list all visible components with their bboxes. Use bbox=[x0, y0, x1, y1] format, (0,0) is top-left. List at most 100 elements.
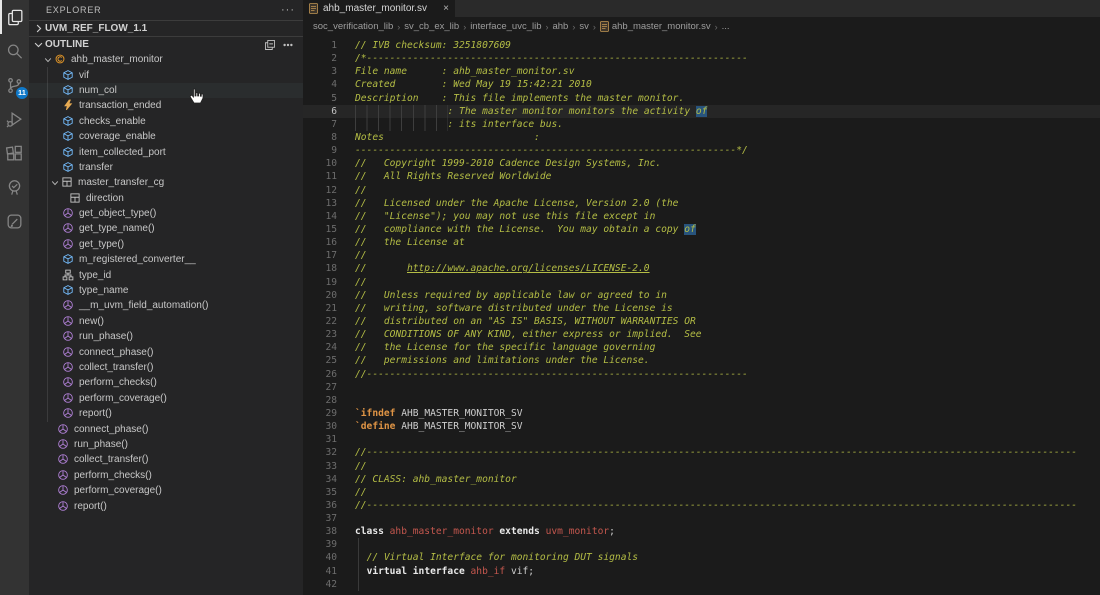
code-area[interactable]: 1// IVB checksum: 32518076092/*---------… bbox=[303, 36, 1100, 595]
section-outline[interactable]: OUTLINE bbox=[29, 36, 303, 52]
breadcrumb-item[interactable]: ahb_master_monitor.sv bbox=[600, 21, 711, 32]
line-number[interactable]: 13 bbox=[303, 197, 337, 210]
outline-item-vif[interactable]: vif bbox=[29, 67, 303, 82]
code-line-8[interactable]: 8Notes : bbox=[303, 131, 1100, 144]
code-line-1[interactable]: 1// IVB checksum: 3251807609 bbox=[303, 39, 1100, 52]
outline-item-get-type-name[interactable]: get_type_name() bbox=[29, 221, 303, 236]
breadcrumb-item[interactable]: ahb bbox=[552, 21, 568, 32]
line-number[interactable]: 8 bbox=[303, 131, 337, 144]
outline-item-get-type[interactable]: get_type() bbox=[29, 237, 303, 252]
line-number[interactable]: 36 bbox=[303, 499, 337, 512]
outline-item-collect-transfer[interactable]: collect_transfer() bbox=[29, 452, 303, 467]
line-number[interactable]: 19 bbox=[303, 276, 337, 289]
line-number[interactable]: 4 bbox=[303, 78, 337, 91]
code-line-13[interactable]: 13// Licensed under the Apache License, … bbox=[303, 197, 1100, 210]
code-line-31[interactable]: 31 bbox=[303, 433, 1100, 446]
code-line-39[interactable]: 39 bbox=[303, 538, 1100, 551]
line-number[interactable]: 15 bbox=[303, 223, 337, 236]
code-line-11[interactable]: 11// All Rights Reserved Worldwide bbox=[303, 170, 1100, 183]
code-line-15[interactable]: 15// compliance with the License. You ma… bbox=[303, 223, 1100, 236]
outline-item-perform-coverage[interactable]: perform_coverage() bbox=[29, 391, 303, 406]
code-line-16[interactable]: 16// the License at bbox=[303, 236, 1100, 249]
code-line-26[interactable]: 26//------------------------------------… bbox=[303, 368, 1100, 381]
line-number[interactable]: 23 bbox=[303, 328, 337, 341]
line-number[interactable]: 1 bbox=[303, 39, 337, 52]
code-line-41[interactable]: 41 virtual interface ahb_if vif; bbox=[303, 565, 1100, 578]
outline-item-type-id[interactable]: type_id bbox=[29, 267, 303, 282]
outline-item-report[interactable]: report() bbox=[29, 406, 303, 421]
outline-item-collect-transfer[interactable]: collect_transfer() bbox=[29, 360, 303, 375]
line-number[interactable]: 38 bbox=[303, 525, 337, 538]
line-number[interactable]: 40 bbox=[303, 551, 337, 564]
section-uvm-ref-flow[interactable]: UVM_REF_FLOW_1.1 bbox=[29, 20, 303, 36]
outline-item-perform-coverage[interactable]: perform_coverage() bbox=[29, 483, 303, 498]
line-number[interactable]: 5 bbox=[303, 92, 337, 105]
line-number[interactable]: 10 bbox=[303, 157, 337, 170]
line-number[interactable]: 27 bbox=[303, 381, 337, 394]
line-number[interactable]: 11 bbox=[303, 170, 337, 183]
line-number[interactable]: 12 bbox=[303, 184, 337, 197]
code-line-17[interactable]: 17// bbox=[303, 249, 1100, 262]
code-line-10[interactable]: 10// Copyright 1999-2010 Cadence Design … bbox=[303, 157, 1100, 170]
line-number[interactable]: 21 bbox=[303, 302, 337, 315]
line-number[interactable]: 7 bbox=[303, 118, 337, 131]
breadcrumb-item[interactable]: soc_verification_lib bbox=[313, 21, 393, 32]
outline-item-ahb-master-monitor[interactable]: ahb_master_monitor bbox=[29, 52, 303, 67]
tab-ahb-master-monitor[interactable]: ahb_master_monitor.sv × bbox=[303, 0, 455, 17]
code-line-2[interactable]: 2/*-------------------------------------… bbox=[303, 52, 1100, 65]
line-number[interactable]: 16 bbox=[303, 236, 337, 249]
line-number[interactable]: 28 bbox=[303, 394, 337, 407]
code-line-25[interactable]: 25// permissions and limitations under t… bbox=[303, 354, 1100, 367]
outline-item-report[interactable]: report() bbox=[29, 498, 303, 513]
activitybar-item-explorer[interactable] bbox=[0, 0, 29, 34]
line-number[interactable]: 17 bbox=[303, 249, 337, 262]
activitybar-item-extensions[interactable] bbox=[0, 136, 29, 170]
outline-item-transaction-ended[interactable]: transaction_ended bbox=[29, 98, 303, 113]
line-number[interactable]: 26 bbox=[303, 368, 337, 381]
code-line-23[interactable]: 23// CONDITIONS OF ANY KIND, either expr… bbox=[303, 328, 1100, 341]
license-link[interactable]: http://www.apache.org/licenses/LICENSE-2… bbox=[407, 263, 650, 274]
line-number[interactable]: 6 bbox=[303, 105, 337, 118]
activitybar-item-testing[interactable] bbox=[0, 170, 29, 204]
code-line-7[interactable]: 7: its interface bus. bbox=[303, 118, 1100, 131]
code-line-9[interactable]: 9---------------------------------------… bbox=[303, 144, 1100, 157]
outline-item--m-uvm-field-automation[interactable]: __m_uvm_field_automation() bbox=[29, 298, 303, 313]
code-line-5[interactable]: 5Description : This file implements the … bbox=[303, 92, 1100, 105]
breadcrumb-item[interactable]: ... bbox=[722, 21, 730, 32]
outline-item-new[interactable]: new() bbox=[29, 314, 303, 329]
code-line-35[interactable]: 35// bbox=[303, 486, 1100, 499]
line-number[interactable]: 30 bbox=[303, 420, 337, 433]
line-number[interactable]: 39 bbox=[303, 538, 337, 551]
line-number[interactable]: 2 bbox=[303, 52, 337, 65]
code-line-12[interactable]: 12// bbox=[303, 184, 1100, 197]
code-line-33[interactable]: 33// bbox=[303, 460, 1100, 473]
line-number[interactable]: 22 bbox=[303, 315, 337, 328]
code-line-27[interactable]: 27 bbox=[303, 381, 1100, 394]
activitybar-item-run-debug[interactable] bbox=[0, 102, 29, 136]
activitybar-item-source-control[interactable]: 11 bbox=[0, 68, 29, 102]
code-line-6[interactable]: 6: The master monitor monitors the activ… bbox=[303, 105, 1100, 118]
line-number[interactable]: 31 bbox=[303, 433, 337, 446]
line-number[interactable]: 25 bbox=[303, 354, 337, 367]
code-line-34[interactable]: 34// CLASS: ahb_master_monitor bbox=[303, 473, 1100, 486]
code-line-19[interactable]: 19// bbox=[303, 276, 1100, 289]
code-line-18[interactable]: 18// http://www.apache.org/licenses/LICE… bbox=[303, 262, 1100, 275]
outline-item-coverage-enable[interactable]: coverage_enable bbox=[29, 129, 303, 144]
line-number[interactable]: 34 bbox=[303, 473, 337, 486]
breadcrumb-item[interactable]: sv bbox=[579, 21, 589, 32]
line-number[interactable]: 41 bbox=[303, 565, 337, 578]
line-number[interactable]: 37 bbox=[303, 512, 337, 525]
code-line-36[interactable]: 36//------------------------------------… bbox=[303, 499, 1100, 512]
line-number[interactable]: 29 bbox=[303, 407, 337, 420]
line-number[interactable]: 20 bbox=[303, 289, 337, 302]
outline-item-run-phase[interactable]: run_phase() bbox=[29, 329, 303, 344]
outline-item-transfer[interactable]: transfer bbox=[29, 160, 303, 175]
outline-item-direction[interactable]: direction bbox=[29, 191, 303, 206]
outline-item-num-col[interactable]: num_col bbox=[29, 83, 303, 98]
code-line-29[interactable]: 29`ifndef AHB_MASTER_MONITOR_SV bbox=[303, 407, 1100, 420]
line-number[interactable]: 42 bbox=[303, 578, 337, 591]
outline-item-connect-phase[interactable]: connect_phase() bbox=[29, 421, 303, 436]
line-number[interactable]: 18 bbox=[303, 262, 337, 275]
outline-item-run-phase[interactable]: run_phase() bbox=[29, 437, 303, 452]
outline-item-m-registered-converter[interactable]: m_registered_converter__ bbox=[29, 252, 303, 267]
